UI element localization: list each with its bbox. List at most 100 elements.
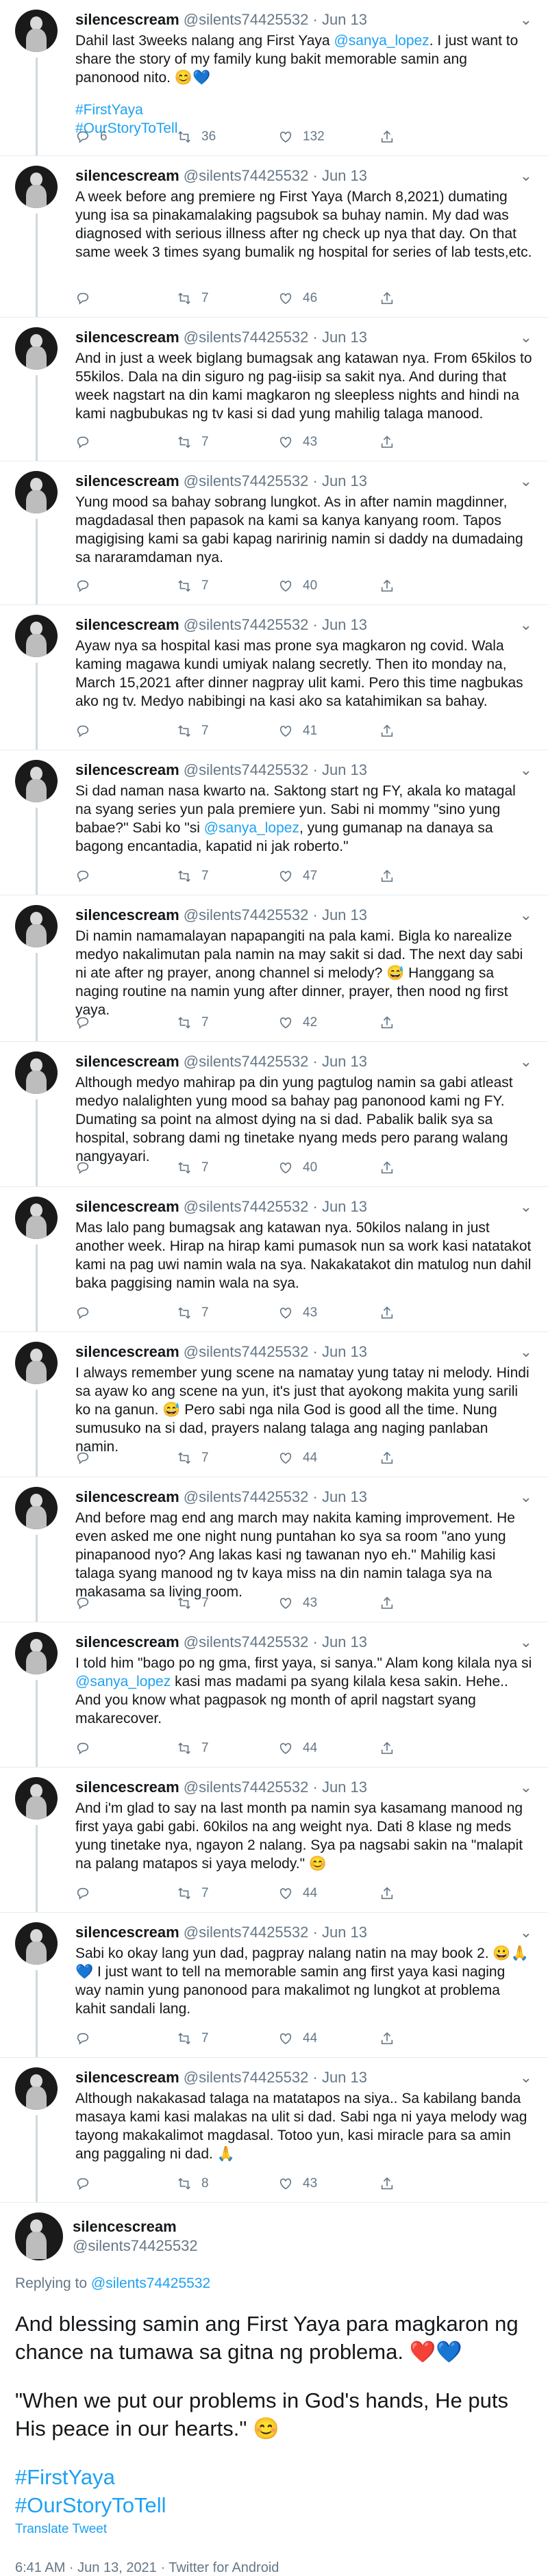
author-name[interactable]: silencescream: [75, 472, 179, 489]
retweet-button[interactable]: 7: [177, 1015, 278, 1030]
share-button[interactable]: [379, 724, 404, 739]
tweet-date[interactable]: Jun 13: [322, 761, 367, 778]
avatar[interactable]: [15, 2212, 63, 2260]
reply-button[interactable]: [75, 1160, 177, 1175]
avatar[interactable]: [15, 905, 58, 947]
author-name[interactable]: silencescream: [75, 1924, 179, 1941]
author-name[interactable]: silencescream: [75, 1198, 179, 1215]
tweet-date[interactable]: Jun 13: [322, 1343, 367, 1360]
author-name[interactable]: silencescream: [75, 1488, 179, 1505]
share-button[interactable]: [379, 1305, 404, 1321]
more-icon[interactable]: ⌄: [520, 906, 533, 924]
author-name[interactable]: silencescream: [75, 11, 179, 28]
tweet-date[interactable]: Jun 13: [322, 167, 367, 184]
tweet-date[interactable]: Jun 13: [322, 1924, 367, 1941]
like-button[interactable]: 43: [278, 1596, 379, 1611]
thread-tweet[interactable]: ⌄ 7 40 silencescream @silents74425532 · Jun…: [0, 1042, 548, 1187]
more-icon[interactable]: ⌄: [520, 1488, 533, 1506]
like-button[interactable]: 43: [278, 435, 379, 450]
author-name[interactable]: silencescream: [75, 906, 179, 923]
author-name[interactable]: silencescream: [75, 1778, 179, 1796]
author-handle[interactable]: @silents74425532: [184, 1778, 309, 1796]
share-button[interactable]: [379, 1741, 404, 1756]
author-handle[interactable]: @silents74425532: [73, 2236, 198, 2256]
like-button[interactable]: 44: [278, 2031, 379, 2046]
author-name[interactable]: silencescream: [75, 1633, 179, 1650]
author-handle[interactable]: @silents74425532: [184, 1053, 309, 1070]
share-button[interactable]: [379, 1886, 404, 1901]
reply-button[interactable]: [75, 435, 177, 450]
author-handle[interactable]: @silents74425532: [184, 761, 309, 778]
retweet-button[interactable]: 7: [177, 578, 278, 594]
share-button[interactable]: [379, 1160, 404, 1175]
reply-button[interactable]: [75, 1305, 177, 1321]
hashtag-firstyaya[interactable]: #FirstYaya: [15, 2463, 533, 2491]
tweet-date[interactable]: Jun 13: [322, 616, 367, 633]
like-button[interactable]: 44: [278, 1886, 379, 1901]
reply-button[interactable]: [75, 1741, 177, 1756]
share-button[interactable]: [379, 2031, 404, 2046]
like-button[interactable]: 46: [278, 291, 379, 306]
replying-to-link[interactable]: @silents74425532: [91, 2275, 210, 2291]
mention-link[interactable]: @sanya_lopez: [334, 33, 429, 49]
tweet-date[interactable]: Jun 13: [322, 1778, 367, 1796]
retweet-button[interactable]: 7: [177, 2031, 278, 2046]
avatar[interactable]: [15, 1342, 58, 1384]
like-button[interactable]: 44: [278, 1741, 379, 1756]
author-handle[interactable]: @silents74425532: [184, 1633, 309, 1650]
share-button[interactable]: [379, 1451, 404, 1466]
share-button[interactable]: [379, 1596, 404, 1611]
thread-tweet[interactable]: ⌄ 7 44 silencescream @silents74425532 · Jun…: [0, 1913, 548, 2058]
thread-tweet[interactable]: ⌄ 6 36 132 silencescream @silents74425532 · …: [0, 0, 548, 156]
reply-button[interactable]: [75, 1596, 177, 1611]
author-handle[interactable]: @silents74425532: [184, 11, 309, 28]
thread-tweet[interactable]: ⌄ 7 47 silencescream @silents74425532 · Jun…: [0, 750, 548, 895]
more-icon[interactable]: ⌄: [520, 1343, 533, 1361]
mention-link[interactable]: @sanya_lopez: [204, 820, 299, 836]
avatar[interactable]: [15, 10, 58, 52]
thread-tweet[interactable]: ⌄ 7 43 silencescream @silents74425532 · Jun…: [0, 318, 548, 461]
avatar[interactable]: [15, 1197, 58, 1239]
more-icon[interactable]: ⌄: [520, 472, 533, 490]
retweet-button[interactable]: 7: [177, 1160, 278, 1175]
retweet-button[interactable]: 7: [177, 724, 278, 739]
like-button[interactable]: 40: [278, 1160, 379, 1175]
author-name[interactable]: silencescream: [75, 1053, 179, 1070]
author-name[interactable]: silencescream: [75, 761, 179, 778]
reply-button[interactable]: [75, 1886, 177, 1901]
reply-button[interactable]: [75, 724, 177, 739]
more-icon[interactable]: ⌄: [520, 1198, 533, 1216]
hashtag-link[interactable]: #FirstYaya: [75, 102, 143, 118]
reply-button[interactable]: [75, 291, 177, 306]
retweet-button[interactable]: 7: [177, 1451, 278, 1466]
thread-tweet[interactable]: ⌄ 7 44 silencescream @silents74425532 · Jun…: [0, 1768, 548, 1913]
avatar[interactable]: [15, 471, 58, 513]
author-handle[interactable]: @silents74425532: [184, 167, 309, 184]
share-button[interactable]: [379, 869, 404, 884]
share-button[interactable]: [379, 435, 404, 450]
retweet-button[interactable]: 36: [177, 129, 278, 144]
author-name[interactable]: silencescream: [75, 616, 179, 633]
reply-button[interactable]: [75, 1015, 177, 1030]
share-button[interactable]: [379, 1015, 404, 1030]
author-handle[interactable]: @silents74425532: [184, 1198, 309, 1215]
more-icon[interactable]: ⌄: [520, 616, 533, 634]
mention-link[interactable]: @sanya_lopez: [75, 1674, 171, 1689]
more-icon[interactable]: ⌄: [520, 2069, 533, 2087]
reply-button[interactable]: [75, 1451, 177, 1466]
retweet-button[interactable]: 8: [177, 2176, 278, 2191]
author-handle[interactable]: @silents74425532: [184, 906, 309, 923]
avatar[interactable]: [15, 2067, 58, 2110]
author-handle[interactable]: @silents74425532: [184, 616, 309, 633]
author-handle[interactable]: @silents74425532: [184, 472, 309, 489]
tweet-date[interactable]: Jun 13: [322, 1053, 367, 1070]
tweet-date[interactable]: Jun 13: [322, 11, 367, 28]
avatar[interactable]: [15, 1777, 58, 1820]
author-handle[interactable]: @silents74425532: [184, 1924, 309, 1941]
reply-button[interactable]: [75, 2031, 177, 2046]
author-handle[interactable]: @silents74425532: [184, 1343, 309, 1360]
avatar[interactable]: [15, 615, 58, 657]
retweet-button[interactable]: 7: [177, 291, 278, 306]
author-name[interactable]: silencescream: [75, 329, 179, 346]
more-icon[interactable]: ⌄: [520, 167, 533, 185]
